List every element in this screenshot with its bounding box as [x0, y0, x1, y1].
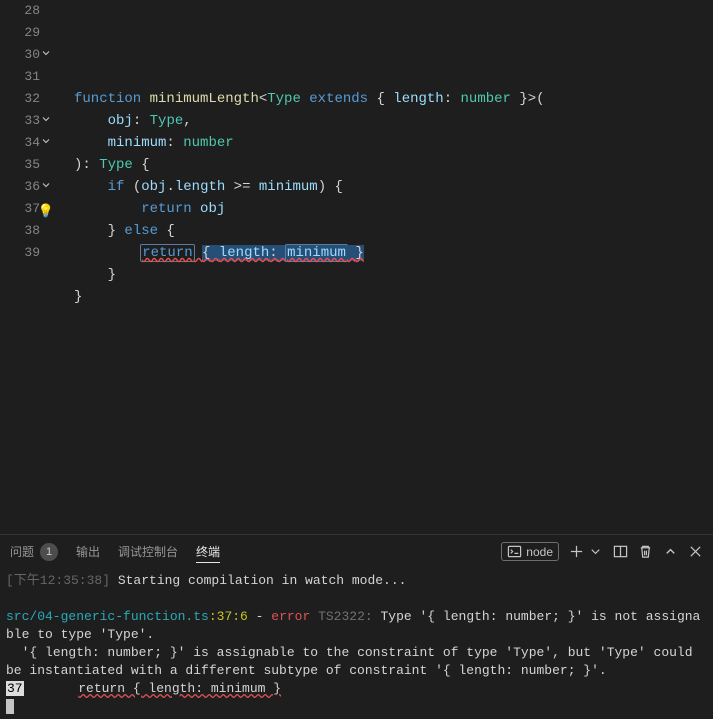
error-code: TS2322:: [310, 609, 380, 624]
snippet-line-number: 37: [6, 681, 24, 696]
bottom-panel: 问题 1 输出 调试控制台 终端 node: [0, 534, 713, 719]
line-number: 30: [0, 44, 40, 66]
kill-terminal-button[interactable]: [638, 544, 653, 559]
terminal-shell-selector[interactable]: node: [501, 542, 559, 561]
line-number: 39: [0, 242, 40, 264]
code-line[interactable]: return { length: minimum }: [74, 242, 713, 264]
tab-output-label: 输出: [76, 543, 100, 560]
code-line[interactable]: return obj: [74, 198, 713, 220]
line-number: 33: [0, 110, 40, 132]
line-number: 28: [0, 0, 40, 22]
code-line[interactable]: }: [74, 264, 713, 286]
line-number: 37💡: [0, 198, 40, 220]
error-file: src/04-generic-function.ts: [6, 609, 209, 624]
tab-debug-label: 调试控制台: [118, 543, 178, 560]
code-area[interactable]: function minimumLength<Type extends { le…: [56, 0, 713, 534]
new-terminal-button[interactable]: [569, 544, 603, 559]
panel-actions: node: [501, 542, 703, 561]
error-location: :37:6: [209, 609, 248, 624]
terminal-output[interactable]: [下午12:35:38] Starting compilation in wat…: [0, 568, 713, 719]
trash-icon: [638, 544, 653, 559]
line-number: 34: [0, 132, 40, 154]
code-editor[interactable]: 28293031323334353637💡3839 function minim…: [0, 0, 713, 534]
error-snippet: return { length: minimum }: [78, 681, 281, 696]
code-line[interactable]: [74, 44, 713, 66]
code-line[interactable]: }: [74, 286, 713, 308]
shell-name: node: [526, 545, 553, 559]
maximize-panel-button[interactable]: [663, 544, 678, 559]
tab-terminal[interactable]: 终端: [196, 543, 220, 563]
chevron-down-icon: [588, 544, 603, 559]
error-label: error: [271, 609, 310, 624]
starting-message: Starting compilation in watch mode...: [110, 573, 406, 588]
line-number-gutter: 28293031323334353637💡3839: [0, 0, 56, 534]
tab-debug-console[interactable]: 调试控制台: [118, 543, 178, 560]
terminal-icon: [507, 544, 522, 559]
horizontal-scrollbar[interactable]: [112, 524, 713, 534]
fold-chevron-icon[interactable]: [40, 135, 52, 147]
line-number: 38: [0, 220, 40, 242]
line-number: 29: [0, 22, 40, 44]
tab-problems-label: 问题: [10, 543, 34, 560]
split-terminal-button[interactable]: [613, 544, 628, 559]
tab-problems[interactable]: 问题 1: [10, 543, 58, 561]
code-line[interactable]: ): Type {: [74, 154, 713, 176]
chevron-up-icon: [663, 544, 678, 559]
close-icon: [688, 544, 703, 559]
fold-chevron-icon[interactable]: [40, 179, 52, 191]
code-line[interactable]: [74, 66, 713, 88]
code-line[interactable]: minimum: number: [74, 132, 713, 154]
plus-icon: [569, 544, 584, 559]
error-message-2: '{ length: number; }' is assignable to t…: [6, 645, 700, 678]
fold-chevron-icon[interactable]: [40, 47, 52, 59]
split-icon: [613, 544, 628, 559]
panel-tab-bar: 问题 1 输出 调试控制台 终端 node: [0, 535, 713, 568]
tab-terminal-label: 终端: [196, 543, 220, 560]
code-line[interactable]: if (obj.length >= minimum) {: [74, 176, 713, 198]
line-number: 36: [0, 176, 40, 198]
fold-chevron-icon[interactable]: [40, 113, 52, 125]
close-panel-button[interactable]: [688, 544, 703, 559]
code-line[interactable]: function minimumLength<Type extends { le…: [74, 88, 713, 110]
line-number: 32: [0, 88, 40, 110]
line-number: 31: [0, 66, 40, 88]
lightbulb-icon[interactable]: 💡: [38, 201, 54, 223]
code-line[interactable]: } else {: [74, 220, 713, 242]
terminal-cursor: [6, 699, 14, 714]
line-number: 35: [0, 154, 40, 176]
code-line[interactable]: obj: Type,: [74, 110, 713, 132]
timestamp: [下午12:35:38]: [6, 573, 110, 588]
problems-count-badge: 1: [40, 543, 58, 561]
tab-output[interactable]: 输出: [76, 543, 100, 560]
